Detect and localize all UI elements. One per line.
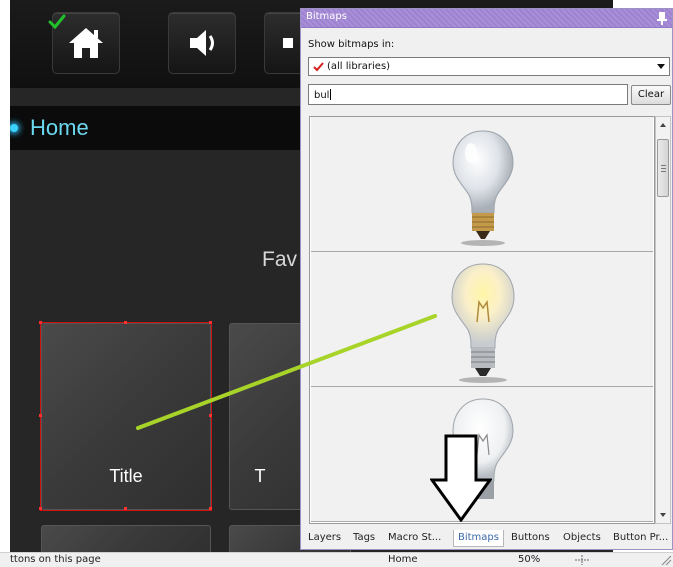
library-select-value: (all libraries) <box>327 61 391 72</box>
check-icon <box>48 14 66 30</box>
square-icon <box>283 38 293 48</box>
cursor-position-icon <box>575 555 589 565</box>
bitmap-thumbnail[interactable] <box>311 117 653 252</box>
resize-handle[interactable] <box>39 414 42 417</box>
library-select[interactable]: (all libraries) <box>308 57 670 76</box>
tab-bitmaps[interactable]: Bitmaps <box>453 530 504 547</box>
resize-grip-icon[interactable] <box>660 554 672 566</box>
resize-handle[interactable] <box>39 321 42 324</box>
panel-title: Bitmaps <box>306 11 347 22</box>
scroll-up-icon[interactable] <box>660 123 666 127</box>
tab-tags[interactable]: Tags <box>353 532 375 543</box>
chevron-down-icon[interactable] <box>657 64 665 69</box>
selection-box[interactable] <box>39 321 212 511</box>
search-input-value: bul <box>314 90 330 101</box>
clear-button[interactable]: Clear <box>631 85 671 105</box>
home-icon <box>69 28 103 58</box>
resize-handle[interactable] <box>124 507 127 510</box>
bitmap-thumbnail[interactable] <box>311 252 653 387</box>
tile-row2-a[interactable] <box>41 525 211 552</box>
check-icon <box>313 62 324 72</box>
panel-titlebar[interactable]: Bitmaps <box>301 9 672 28</box>
status-bar: ttons on this page Home 50% <box>0 552 673 567</box>
tab-buttons[interactable]: Buttons <box>511 532 550 543</box>
nav-indicator-icon <box>10 124 18 132</box>
tab-layers[interactable]: Layers <box>308 532 341 543</box>
text-caret <box>330 89 332 100</box>
pin-icon[interactable] <box>656 10 668 26</box>
tab-macro-steps[interactable]: Macro St... <box>388 532 441 543</box>
status-page: Home <box>388 554 418 565</box>
bitmap-search-input[interactable]: bul <box>308 84 628 105</box>
scroll-down-icon[interactable] <box>660 513 666 517</box>
scroll-thumb[interactable] <box>657 139 669 197</box>
grip-line <box>661 165 666 166</box>
tab-objects[interactable]: Objects <box>563 532 601 543</box>
volume-button[interactable] <box>168 12 236 74</box>
panel-tabs: Layers Tags Macro St... Bitmaps Buttons … <box>301 529 672 549</box>
resize-handle[interactable] <box>209 414 212 417</box>
grip-line <box>661 171 666 172</box>
nav-home-label[interactable]: Home <box>30 115 89 141</box>
light-bulb-icon <box>452 130 514 246</box>
speaker-icon <box>190 30 214 56</box>
resize-handle[interactable] <box>39 507 42 510</box>
show-bitmaps-label: Show bitmaps in: <box>308 39 395 50</box>
resize-handle[interactable] <box>124 321 127 324</box>
light-bulb-lit-icon <box>451 263 515 383</box>
resize-handle[interactable] <box>209 507 212 510</box>
down-arrow-icon <box>430 434 492 522</box>
grip-line <box>661 168 666 169</box>
gallery-scrollbar[interactable] <box>655 116 671 524</box>
status-zoom: 50% <box>518 554 541 565</box>
resize-handle[interactable] <box>209 321 212 324</box>
favorites-heading: Fav <box>262 248 298 271</box>
tab-button-properties[interactable]: Button Pr... <box>613 532 668 543</box>
status-message: ttons on this page <box>10 554 101 565</box>
